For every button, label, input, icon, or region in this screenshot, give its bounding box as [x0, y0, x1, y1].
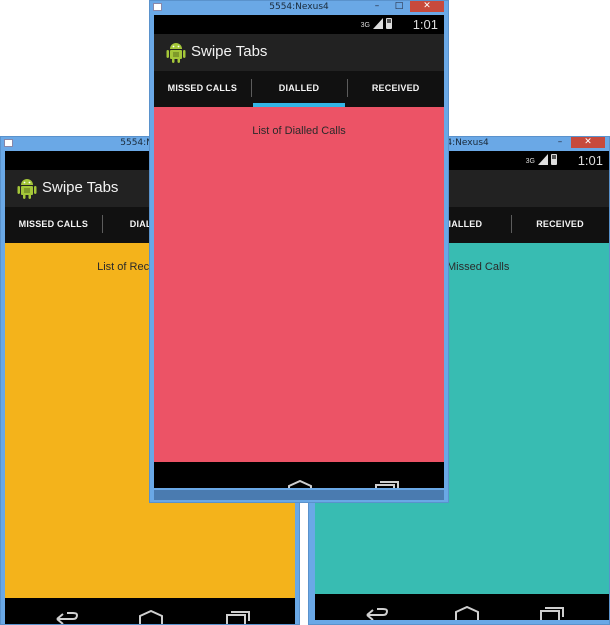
home-icon[interactable] [453, 606, 481, 620]
nav-bar [5, 598, 295, 624]
signal-icon [373, 18, 383, 29]
window-titlebar[interactable]: 5554:Nexus4 – □ ✕ [150, 1, 448, 15]
home-icon[interactable] [137, 610, 165, 624]
window-system-icon[interactable] [153, 3, 162, 11]
status-bar: 3G 1:01 [154, 15, 444, 34]
back-arrow-icon[interactable] [363, 606, 391, 620]
close-button[interactable]: ✕ [410, 1, 444, 12]
tab-missed-calls[interactable]: MISSED CALLS [5, 207, 102, 243]
nav-bar [154, 462, 444, 488]
app-title: Swipe Tabs [42, 179, 119, 196]
network-type-label: 3G [360, 22, 370, 29]
tab-missed-calls[interactable]: MISSED CALLS [154, 71, 251, 107]
close-button[interactable]: ✕ [571, 137, 605, 148]
recent-apps-icon[interactable] [537, 606, 565, 620]
window-system-icon[interactable] [4, 139, 13, 147]
nav-bar [315, 594, 609, 620]
tab-received[interactable]: RECEIVED [511, 207, 609, 243]
minimize-button[interactable]: – [549, 137, 571, 148]
dialled-calls-message: List of Dialled Calls [252, 125, 346, 137]
home-icon[interactable] [286, 480, 314, 488]
recent-apps-icon[interactable] [223, 610, 251, 624]
status-time: 1:01 [577, 153, 603, 168]
minimize-button[interactable]: – [366, 1, 388, 12]
device-screen: 3G 1:01 Swipe Tabs MISSED CALLS DIAL [154, 15, 444, 488]
recent-apps-icon[interactable] [372, 480, 400, 488]
back-arrow-icon[interactable] [53, 610, 81, 624]
status-time: 1:01 [412, 17, 438, 32]
android-robot-icon [166, 43, 186, 63]
action-bar: Swipe Tabs [154, 34, 444, 71]
battery-icon [551, 154, 557, 165]
tab-bar: MISSED CALLS DIALLED RECEIVED [154, 71, 444, 107]
window-bottom-strip [154, 490, 444, 500]
tab-received[interactable]: RECEIVED [347, 71, 444, 107]
maximize-button[interactable]: □ [388, 1, 410, 12]
emulator-window-dialled: 5554:Nexus4 – □ ✕ 3G 1:01 Swipe Tabs MIS… [149, 0, 449, 503]
dialled-calls-page: List of Dialled Calls [154, 107, 444, 462]
android-robot-icon [17, 179, 37, 199]
battery-icon [386, 18, 392, 29]
window-title: 5554:Nexus4 [269, 2, 329, 12]
network-type-label: 3G [525, 158, 535, 165]
app-title: Swipe Tabs [191, 43, 268, 60]
signal-icon [538, 154, 548, 165]
tab-dialled[interactable]: DIALLED [250, 71, 348, 107]
